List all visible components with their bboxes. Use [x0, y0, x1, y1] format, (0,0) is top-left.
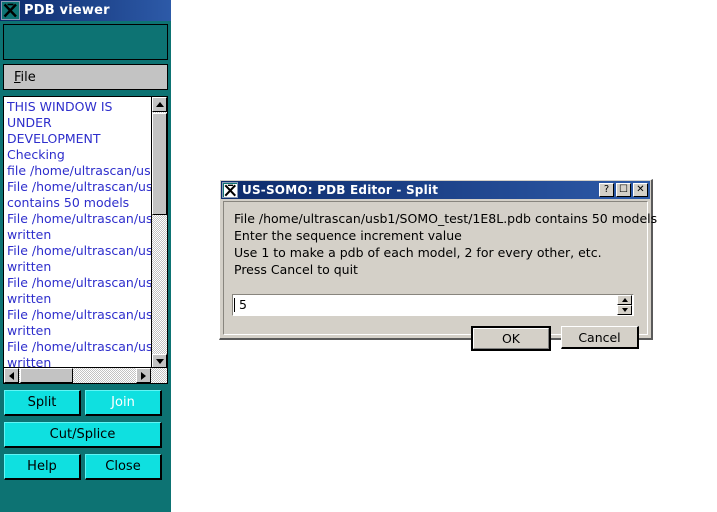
list-item: File /home/ultrascan/us — [7, 179, 152, 194]
dialog-message-line: Use 1 to make a pdb of each model, 2 for… — [234, 245, 602, 260]
cut-splice-button[interactable]: Cut/Splice — [4, 422, 162, 448]
button-row-1: Split Join — [4, 390, 179, 416]
scroll-right-button[interactable] — [136, 368, 151, 383]
split-button[interactable]: Split — [4, 390, 81, 416]
increment-input[interactable]: 5 — [234, 298, 617, 312]
horizontal-scroll-thumb[interactable] — [20, 368, 73, 383]
dialog-title-buttons: ? ☐ ✕ — [599, 183, 650, 197]
chevron-left-icon — [9, 371, 14, 380]
button-row-2: Cut/Splice — [4, 422, 179, 448]
vertical-scroll-thumb[interactable] — [152, 113, 167, 215]
maximize-icon[interactable]: ☐ — [616, 183, 631, 197]
list-item: file /home/ultrascan/usl — [7, 163, 152, 178]
dialog-titlebar[interactable]: US-SOMO: PDB Editor - Split ? ☐ ✕ — [221, 181, 650, 199]
list-item: File /home/ultrascan/us — [7, 339, 152, 354]
help-button[interactable]: Help — [4, 454, 81, 480]
banner-area — [3, 24, 168, 60]
x-window-icon — [222, 182, 238, 198]
scroll-left-button[interactable] — [4, 368, 19, 383]
list-item: File /home/ultrascan/us — [7, 211, 152, 226]
list-item: contains 50 models — [7, 195, 130, 210]
list-item: File /home/ultrascan/us — [7, 243, 152, 258]
menu-item-file[interactable]: File — [4, 70, 42, 85]
spinner-up-button[interactable] — [617, 295, 632, 305]
horizontal-scrollbar[interactable] — [4, 367, 167, 383]
help-icon[interactable]: ? — [599, 183, 614, 197]
spinner-buttons — [617, 295, 632, 315]
chevron-up-icon — [621, 298, 628, 302]
dialog-message-line: Press Cancel to quit — [234, 262, 358, 277]
log-listbox[interactable]: THIS WINDOW IS UNDER DEVELOPMENT Checkin… — [3, 96, 168, 384]
ok-button-label: OK — [473, 328, 549, 349]
join-button[interactable]: Join — [85, 390, 162, 416]
list-item: File /home/ultrascan/us — [7, 275, 152, 290]
button-row-3: Help Close — [4, 454, 179, 480]
dialog-message-line: Enter the sequence increment value — [234, 228, 462, 243]
list-item: THIS WINDOW IS — [7, 99, 113, 114]
chevron-down-icon — [155, 359, 164, 364]
close-icon[interactable]: ✕ — [633, 183, 648, 197]
list-item: File /home/ultrascan/us — [7, 307, 152, 322]
main-title-text: PDB viewer — [24, 3, 110, 18]
menu-bar: File — [3, 64, 168, 90]
vertical-scrollbar[interactable] — [151, 97, 167, 369]
list-item: written — [7, 227, 52, 242]
ok-button[interactable]: OK — [471, 326, 551, 351]
dialog-title-text: US-SOMO: PDB Editor - Split — [242, 183, 439, 197]
close-button[interactable]: Close — [85, 454, 162, 480]
list-item: Checking — [7, 147, 65, 162]
dialog-actions: OK Cancel — [471, 326, 639, 351]
screen: PDB viewer File THIS WINDOW IS UNDER DEV… — [0, 0, 717, 512]
dialog-body: File /home/ultrascan/usb1/SOMO_test/1E8L… — [223, 201, 658, 351]
cancel-button[interactable]: Cancel — [561, 326, 639, 349]
list-item: UNDER — [7, 115, 52, 130]
increment-spinbox[interactable]: 5 — [232, 294, 634, 316]
spinner-down-button[interactable] — [617, 305, 632, 315]
log-list-items: THIS WINDOW IS UNDER DEVELOPMENT Checkin… — [4, 97, 152, 369]
scroll-up-button[interactable] — [152, 97, 167, 112]
chevron-up-icon — [155, 102, 164, 107]
list-item: written — [7, 259, 52, 274]
main-titlebar[interactable]: PDB viewer — [0, 0, 171, 21]
pdb-viewer-window: PDB viewer File THIS WINDOW IS UNDER DEV… — [0, 0, 171, 512]
chevron-right-icon — [141, 371, 146, 380]
dialog-message-line: File /home/ultrascan/usb1/SOMO_test/1E8L… — [234, 211, 658, 226]
chevron-down-icon — [621, 308, 628, 312]
list-item: DEVELOPMENT — [7, 131, 101, 146]
list-item: written — [7, 291, 52, 306]
x-window-icon — [1, 1, 20, 20]
list-item: written — [7, 323, 52, 338]
split-dialog: US-SOMO: PDB Editor - Split ? ☐ ✕ File /… — [219, 179, 658, 351]
